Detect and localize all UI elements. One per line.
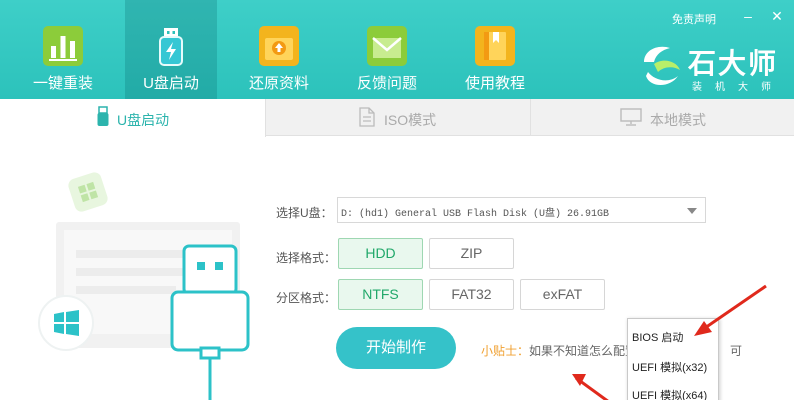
nav-item-restore[interactable]: 还原资料 <box>233 0 325 99</box>
top-navigation-bar: 一键重装 U盘启动 还原资料 反馈问题 使用教程 免责声明 – ✕ 石大师 装机… <box>0 0 794 99</box>
partition-option-ntfs[interactable]: NTFS <box>338 279 423 310</box>
nav-item-tutorial[interactable]: 使用教程 <box>449 0 541 99</box>
partition-label: 分区格式： <box>276 291 337 305</box>
tab-iso-mode[interactable]: ISO模式 <box>266 99 531 136</box>
tab-label-iso-mode: ISO模式 <box>384 112 437 128</box>
nav-item-usb-boot[interactable]: U盘启动 <box>125 0 217 99</box>
arrow-icon <box>694 284 767 336</box>
bar-chart-icon <box>43 26 83 66</box>
usb-drive-icon <box>97 106 109 126</box>
tab-label-usb-boot: U盘启动 <box>117 112 170 128</box>
nav-label-usb-boot: U盘启动 <box>143 75 199 92</box>
nav-label-tutorial: 使用教程 <box>464 75 525 92</box>
format-option-zip[interactable]: ZIP <box>429 238 514 269</box>
brand-name: 石大师 <box>688 48 779 79</box>
brand-subtitle: 装机大师 <box>692 82 784 93</box>
disclaimer-link[interactable]: 免责声明 <box>672 11 716 27</box>
nav-label-feedback: 反馈问题 <box>356 75 417 92</box>
partition-option-fat32[interactable]: FAT32 <box>429 279 514 310</box>
format-option-hdd[interactable]: HDD <box>338 238 423 269</box>
start-create-button[interactable]: 开始制作 <box>336 327 456 369</box>
annotation-arrows <box>572 284 767 400</box>
monitor-icon <box>620 108 642 126</box>
device-label: 选择U盘： <box>276 206 333 220</box>
nav-item-feedback[interactable]: 反馈问题 <box>341 0 433 99</box>
iso-file-icon <box>359 107 375 127</box>
usb-device-value: D: (hd1) General USB Flash Disk (U盘) 26.… <box>341 209 610 220</box>
nav-label-reinstall: 一键重装 <box>32 75 93 92</box>
format-label: 选择格式： <box>276 251 337 265</box>
mail-icon <box>367 26 407 66</box>
usb-device-select[interactable]: D: (hd1) General USB Flash Disk (U盘) 26.… <box>337 197 706 223</box>
book-icon <box>475 26 515 66</box>
usb-computer-illustration <box>38 172 250 400</box>
tip-key: 小贴士： <box>481 344 530 358</box>
arrow-icon <box>572 374 609 400</box>
minimize-icon[interactable]: – <box>741 9 755 23</box>
brand-mark-icon <box>644 46 680 85</box>
brand-logo: 石大师 装机大师 <box>636 40 786 93</box>
mode-tab-bar: U盘启动 ISO模式 本地模式 <box>0 99 794 137</box>
tab-usb-boot[interactable]: U盘启动 <box>0 99 266 137</box>
close-icon[interactable]: ✕ <box>770 9 784 23</box>
tab-local-mode[interactable]: 本地模式 <box>531 99 794 136</box>
tab-label-local-mode: 本地模式 <box>650 112 706 128</box>
nav-item-reinstall[interactable]: 一键重装 <box>17 0 109 99</box>
nav-label-restore: 还原资料 <box>248 75 309 92</box>
chevron-down-icon <box>687 208 697 214</box>
usb-boot-icon <box>151 26 191 66</box>
folder-upload-icon <box>259 26 299 66</box>
